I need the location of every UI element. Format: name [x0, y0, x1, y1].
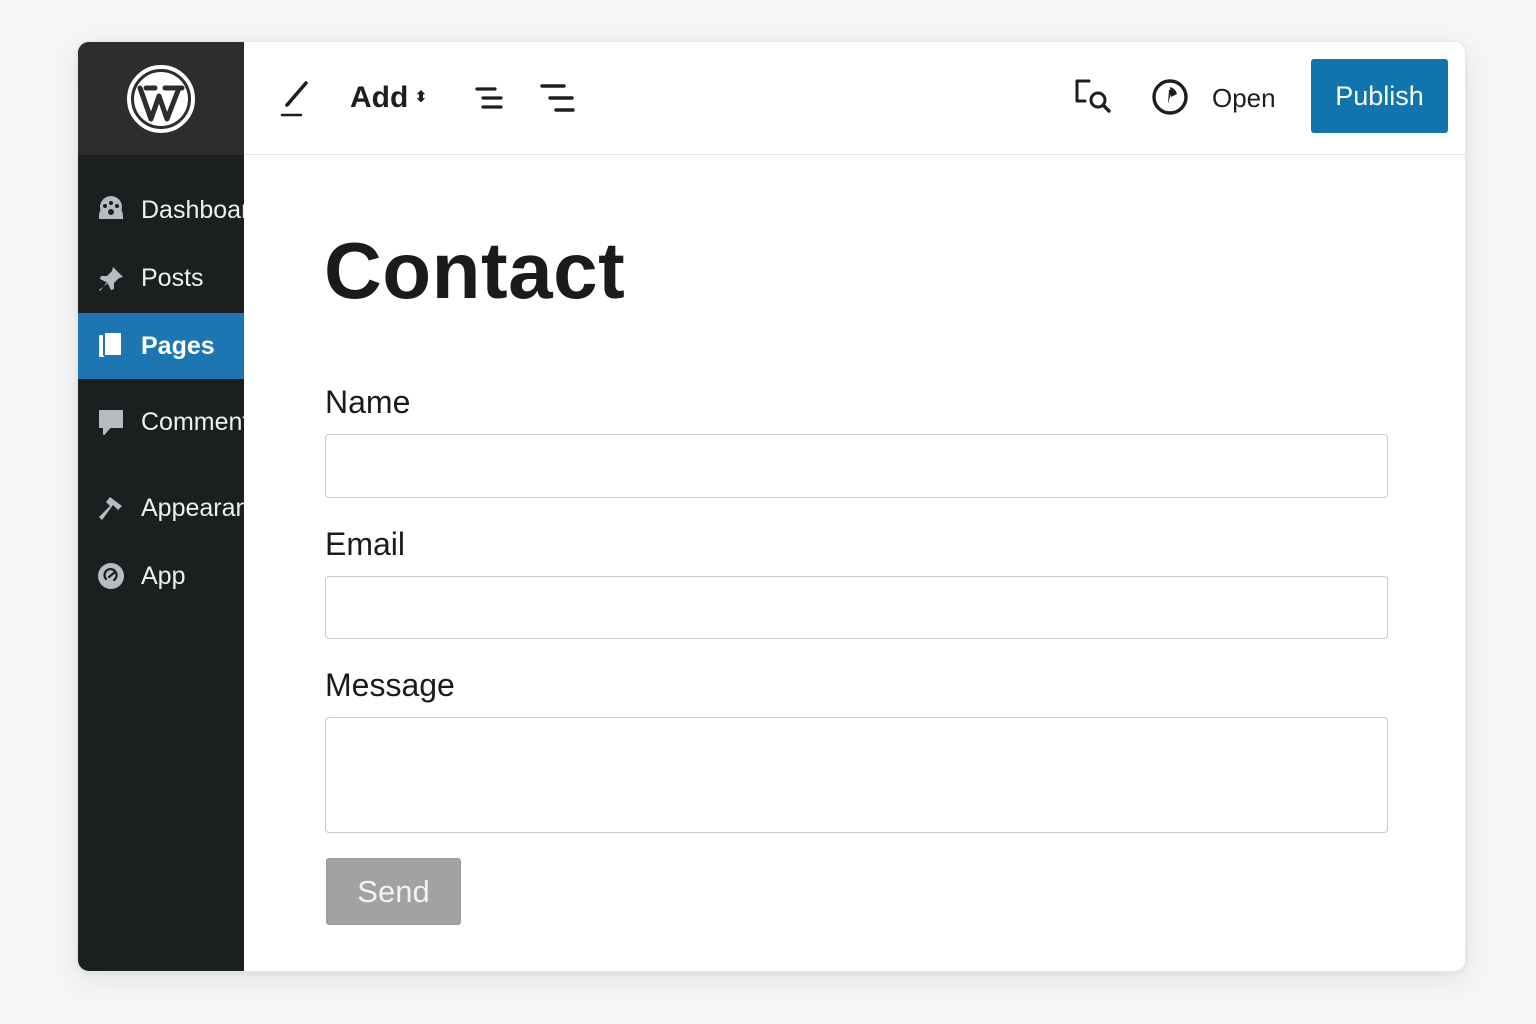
name-field[interactable] [325, 434, 1388, 498]
pushpin-icon [95, 263, 127, 295]
site-status-button[interactable] [1148, 75, 1192, 119]
page-canvas: Contact Name Email Message Send [244, 156, 1465, 971]
edit-mode-button[interactable] [276, 75, 316, 119]
send-button[interactable]: Send [326, 858, 461, 925]
circle-badge-icon [1152, 79, 1188, 115]
document-outline-button[interactable] [472, 80, 508, 116]
add-block-button[interactable]: Add ⬍ [350, 74, 428, 122]
wordpress-logo[interactable] [78, 42, 244, 155]
dashboard-icon [95, 194, 127, 226]
name-label: Name [325, 384, 411, 420]
list-view-icon [540, 84, 575, 112]
sidebar-item-comments[interactable]: Comments [78, 387, 244, 457]
open-label: Open [1212, 82, 1276, 113]
page-title[interactable]: Contact [324, 231, 625, 311]
app-icon [95, 560, 127, 592]
email-label: Email [325, 526, 406, 562]
sidebar-item-dashboard[interactable]: Dashboard [78, 175, 244, 245]
editor-window: Dashboard Posts Pages [77, 41, 1466, 972]
pencil-icon [280, 81, 308, 117]
sidebar-item-label: Pages [141, 331, 215, 360]
editor-toolbar: Add ⬍ Open Publish [244, 42, 1465, 155]
sidebar-item-appearance[interactable]: Appearance [78, 473, 244, 543]
sidebar-item-label: Appearance [141, 493, 244, 522]
sidebar-item-app[interactable]: App [78, 541, 244, 611]
hammer-icon [95, 492, 127, 524]
sidebar-item-label: Dashboard [141, 195, 244, 224]
outline-list-icon [475, 87, 503, 109]
message-label: Message [325, 667, 455, 703]
pages-icon [95, 330, 127, 362]
list-view-button[interactable] [538, 79, 578, 117]
publish-button[interactable]: Publish [1311, 59, 1448, 133]
sidebar-item-label: Comments [141, 407, 244, 436]
preview-button[interactable] [1072, 75, 1116, 119]
open-button[interactable]: Open [1212, 78, 1276, 118]
wordpress-logo-icon [127, 64, 195, 133]
message-field[interactable] [325, 717, 1388, 833]
email-field[interactable] [325, 576, 1388, 639]
sidebar-item-posts[interactable]: Posts [78, 244, 244, 313]
sidebar-item-label: App [141, 561, 186, 590]
comment-icon [95, 406, 127, 438]
sidebar-item-label: Posts [141, 264, 204, 292]
admin-sidebar: Dashboard Posts Pages [78, 42, 244, 971]
updown-arrows-icon: ⬍ [414, 89, 428, 106]
preview-search-icon [1075, 79, 1111, 113]
sidebar-item-pages[interactable]: Pages [78, 313, 244, 379]
add-label: Add [350, 81, 409, 114]
